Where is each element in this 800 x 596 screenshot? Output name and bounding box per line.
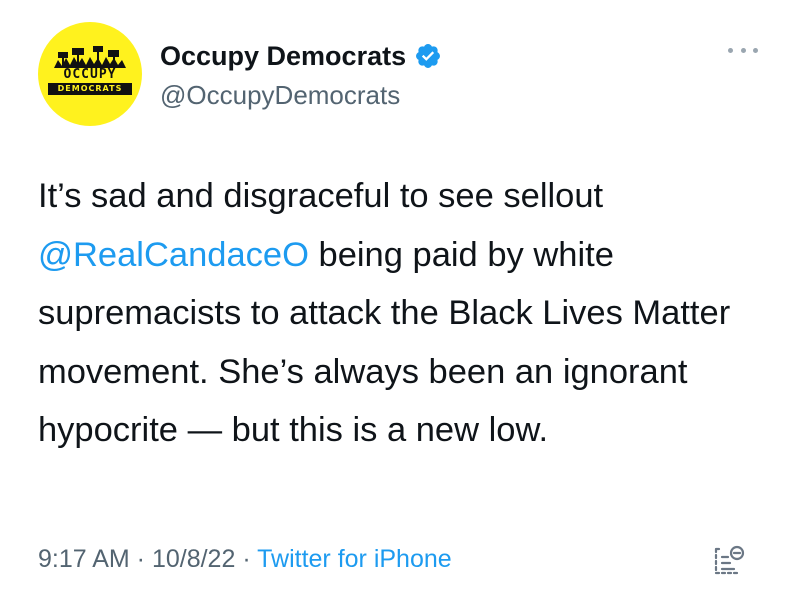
tweet-time[interactable]: 9:17 AM <box>38 545 130 573</box>
more-dot <box>753 47 758 53</box>
more-dot <box>728 47 733 53</box>
more-options-icon[interactable] <box>728 40 758 60</box>
meta-separator: · <box>129 545 152 573</box>
author-handle[interactable]: @OccupyDemocrats <box>160 79 400 111</box>
author-name-row: Occupy Democrats <box>160 40 442 72</box>
tweet-text-start: It’s sad and disgraceful to see sellout <box>38 177 604 215</box>
view-analytics-icon[interactable] <box>712 543 746 579</box>
tweet-source-link[interactable]: Twitter for iPhone <box>257 545 452 573</box>
verified-badge-icon <box>416 44 441 68</box>
logo-text-occupy: OCCUPY <box>63 67 117 82</box>
avatar[interactable]: OCCUPY DEMOCRATS <box>38 22 142 126</box>
logo-text-democrats: DEMOCRATS <box>48 83 132 95</box>
display-name[interactable]: Occupy Democrats <box>160 40 406 72</box>
meta-separator: · <box>235 545 258 573</box>
tweet-text: It’s sad and disgraceful to see sellout … <box>38 167 768 460</box>
more-dot <box>740 47 746 53</box>
tweet-metadata: 9:17 AM · 10/8/22 · Twitter for iPhone <box>38 541 452 577</box>
mention-link[interactable]: @RealCandaceO <box>38 236 309 274</box>
tweet-date[interactable]: 10/8/22 <box>152 545 235 573</box>
tweet-card: OCCUPY DEMOCRATS Occupy Democrats @Occup… <box>0 0 800 596</box>
